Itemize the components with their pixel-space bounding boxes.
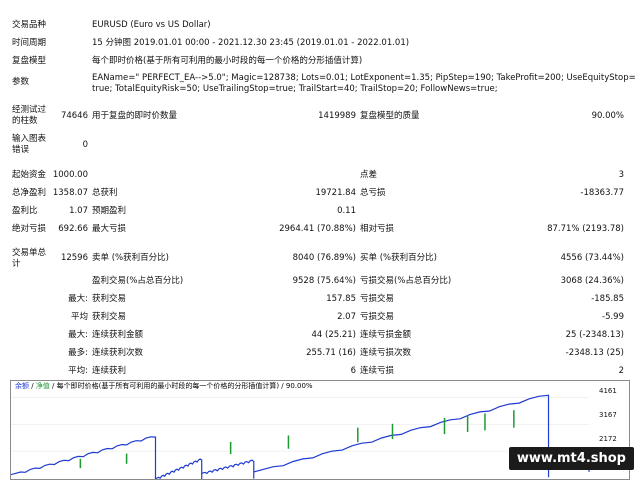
gross-loss-label: 总亏损 [360,188,386,198]
win-trades-label: 盈利交易(%占总百分比) [92,276,184,286]
profit-factor-value: 1.07 [69,206,88,216]
abs-drawdown-label: 绝对亏损 [12,224,47,234]
model-label: 复盘模型 [12,56,47,66]
max-cons-win-label: 连续获利金额 [92,330,144,340]
period-label: 时间周期 [12,38,47,48]
average-prefix: 平均 [70,312,88,322]
bars-value: 74646 [60,111,88,121]
max-cons-loss-label: 连续亏损金额 [360,330,412,340]
spread-value: 3 [618,170,624,180]
avg-cons-win-value: 6 [350,366,356,376]
expected-payoff-label: 预期盈利 [92,206,127,216]
balance-line [11,394,590,479]
params-value: EAName=" PERFECT_EA-->5.0"; Magic=128738… [92,73,636,94]
gross-profit-value: 19721.84 [315,188,356,198]
quality-value: 90.00% [591,111,624,121]
avg-cons-loss-label: 连续亏损 [360,366,395,376]
avg-cons-win-label: 连续获利 [92,366,127,376]
most-cons-loss-label: 连续亏损次数 [360,348,412,358]
win-trades-value: 9528 (75.64%) [292,276,356,286]
rel-drawdown-value: 87.71% (2193.78) [547,224,624,234]
trades-label: 交易单总计 [12,248,47,269]
loss-trades-label: 亏损交易(%占总百分比) [360,276,452,286]
params-label: 参数 [12,77,30,87]
quality-label: 复盘模型的质量 [360,111,420,121]
max-cons-win-value: 44 (25.21) [311,330,356,340]
largest-loss-label: 亏损交易 [360,294,395,304]
avg-loss-value: -5.99 [602,312,624,322]
profit-factor-label: 盈利比 [12,206,38,216]
bars-label: 经测试过的柱数 [12,105,47,126]
short-value: 8040 (76.89%) [292,253,356,263]
loss-trades-value: 3068 (24.36%) [560,276,624,286]
errors-value: 0 [82,140,88,150]
largest-win-value: 157.85 [326,294,356,304]
watermark-badge: www.mt4.shop [508,447,634,470]
deposit-value: 1000.00 [52,170,88,180]
most-cons-win-value: 255.71 (16) [306,348,356,358]
errors-label: 输入图表错误 [12,134,47,155]
model-value: 每个即时价格(基于所有可利用的最小时段的每一个价格的分形插值计算) [92,56,363,66]
long-value: 4556 (73.44%) [560,253,624,263]
deposit-label: 起始资金 [12,170,47,180]
symbol-value: EURUSD (Euro vs US Dollar) [92,20,211,30]
maximum-prefix: 最大: [68,330,88,340]
y-tick-label: 4161 [599,387,617,395]
short-label: 卖单 (%获利百分比) [92,253,169,263]
expected-payoff-value: 0.11 [337,206,356,216]
abs-drawdown-value: 692.66 [58,224,88,234]
gross-loss-value: -18363.77 [580,188,624,198]
largest-loss-value: -185.85 [591,294,624,304]
avg-win-value: 2.07 [337,312,356,322]
y-tick-label: 3167 [599,411,617,419]
long-label: 买单 (%获利百分比) [360,253,437,263]
most-prefix: 最多: [68,348,88,358]
symbol-label: 交易品种 [12,20,47,30]
max-drawdown-value: 2964.41 (70.88%) [279,224,356,234]
largest-win-label: 获利交易 [92,294,127,304]
net-label: 总净盈利 [12,188,47,198]
gross-profit-label: 总获利 [92,188,118,198]
y-tick-label: 2172 [599,435,617,443]
max-cons-loss-value: 25 (-2348.13) [565,330,624,340]
trades-value: 12596 [60,253,88,263]
average-cons-prefix: 平均: [68,366,88,376]
avg-loss-label: 亏损交易 [360,312,395,322]
avg-win-label: 获利交易 [92,312,127,322]
ticks-value: 1419989 [318,111,356,121]
max-drawdown-label: 最大亏损 [92,224,127,234]
most-cons-loss-value: -2348.13 (25) [565,348,624,358]
largest-prefix: 最大: [68,294,88,304]
avg-cons-loss-value: 2 [618,366,624,376]
spread-label: 点差 [360,170,378,180]
net-value: 1358.07 [52,188,88,198]
most-cons-win-label: 连续获利次数 [92,348,144,358]
period-value: 15 分钟图 2019.01.01 00:00 - 2021.12.30 23:… [92,38,410,48]
ticks-label: 用于复盘的即时价数量 [92,111,178,121]
rel-drawdown-label: 相对亏损 [360,224,395,234]
